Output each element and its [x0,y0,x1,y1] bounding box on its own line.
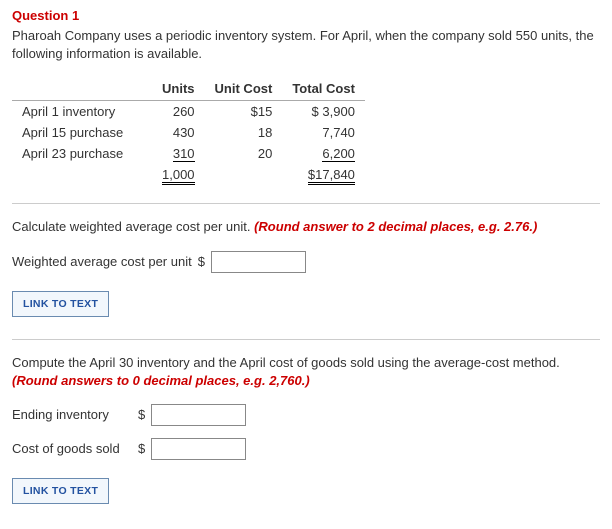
col-units: Units [152,77,205,101]
divider [12,203,600,204]
row-unit-cost: 20 [205,143,283,164]
row-label: April 23 purchase [12,143,152,164]
total-units: 1,000 [162,167,195,185]
question-title: Question 1 [12,8,600,23]
table-row: April 23 purchase 310 20 6,200 [12,143,365,164]
table-total-row: 1,000 $17,840 [12,164,365,185]
part1-instruction-text: Calculate weighted average cost per unit… [12,219,254,234]
row-unit-cost: $15 [205,101,283,123]
row-units: 260 [152,101,205,123]
row-units: 310 [173,146,195,162]
ending-inventory-label: Ending inventory [12,407,132,422]
row-units: 430 [152,122,205,143]
table-row: April 15 purchase 430 18 7,740 [12,122,365,143]
divider [12,339,600,340]
row-label: April 1 inventory [12,101,152,123]
cogs-input[interactable] [151,438,246,460]
row-total-cost: 7,740 [282,122,365,143]
cogs-label: Cost of goods sold [12,441,132,456]
ending-inventory-input[interactable] [151,404,246,426]
part1-hint: (Round answer to 2 decimal places, e.g. … [254,219,537,234]
weighted-avg-label: Weighted average cost per unit [12,254,192,269]
link-to-text-button[interactable]: LINK TO TEXT [12,291,109,317]
currency-symbol: $ [138,407,145,422]
col-total-cost: Total Cost [282,77,365,101]
total-total-cost: $17,840 [308,167,355,185]
row-total-cost: 6,200 [322,146,355,162]
question-text: Pharoah Company uses a periodic inventor… [12,27,600,63]
col-unit-cost: Unit Cost [205,77,283,101]
currency-symbol: $ [198,254,205,269]
row-total-cost: $ 3,900 [282,101,365,123]
table-row: April 1 inventory 260 $15 $ 3,900 [12,101,365,123]
currency-symbol: $ [138,441,145,456]
weighted-avg-input[interactable] [211,251,306,273]
inventory-table: Units Unit Cost Total Cost April 1 inven… [12,77,365,185]
part2-instruction: Compute the April 30 inventory and the A… [12,354,600,390]
part2-hint: (Round answers to 0 decimal places, e.g.… [12,373,310,388]
row-label: April 15 purchase [12,122,152,143]
col-blank [12,77,152,101]
part1-instruction: Calculate weighted average cost per unit… [12,218,600,236]
part2-instruction-text: Compute the April 30 inventory and the A… [12,355,560,370]
link-to-text-button[interactable]: LINK TO TEXT [12,478,109,504]
row-unit-cost: 18 [205,122,283,143]
